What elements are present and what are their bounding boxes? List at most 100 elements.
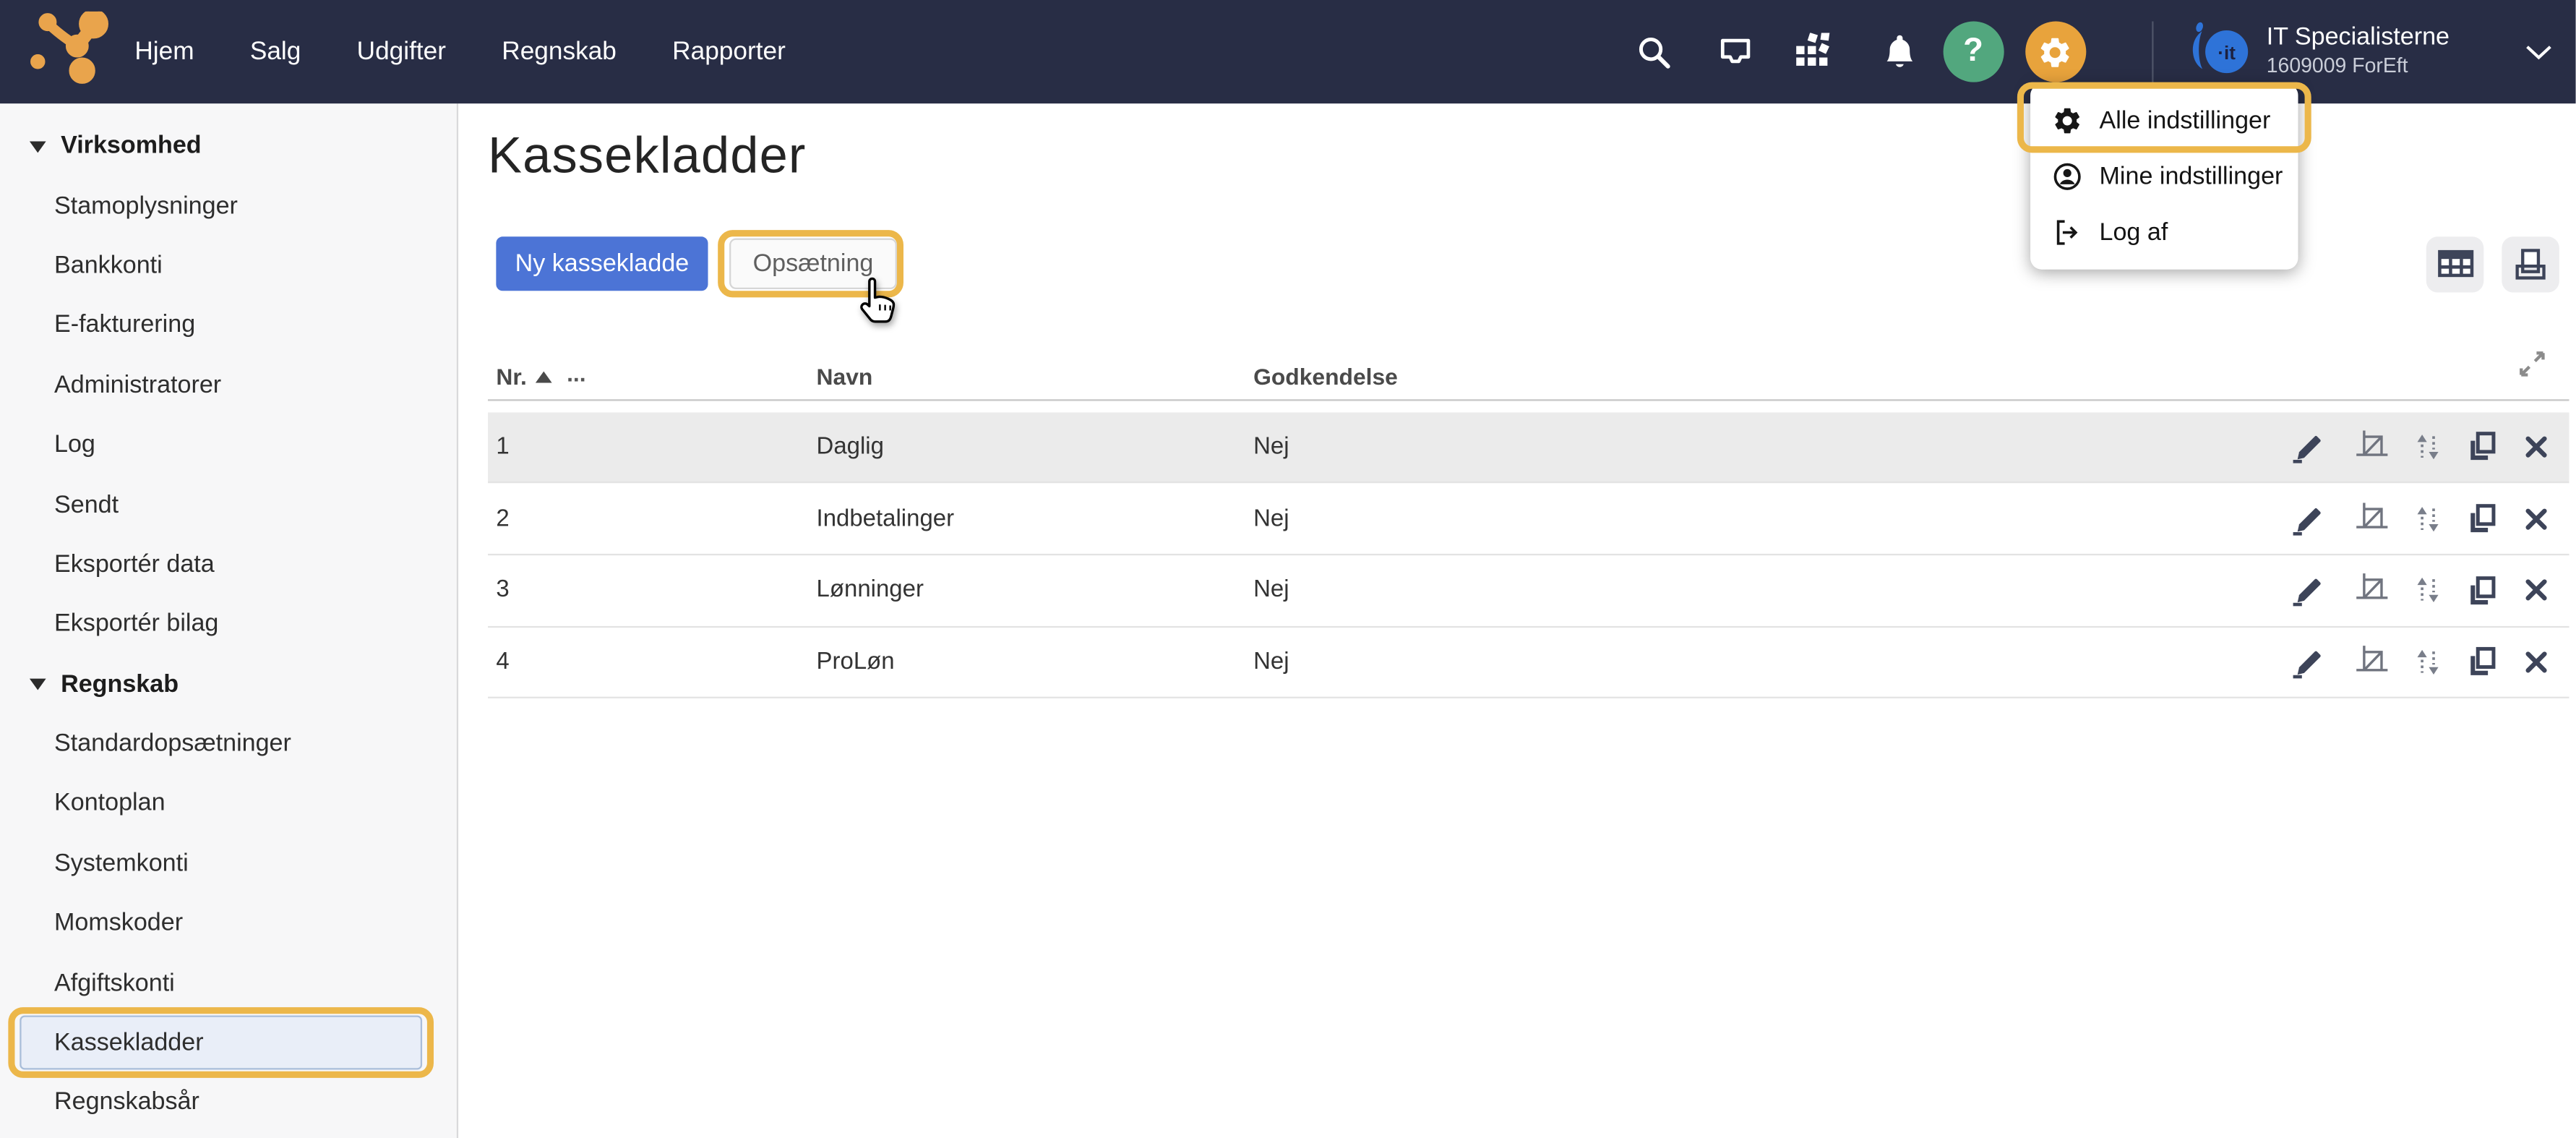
design-crop-icon[interactable]	[2354, 429, 2390, 465]
column-menu-ellipsis[interactable]: ...	[567, 360, 586, 386]
sort-asc-icon[interactable]	[536, 372, 552, 383]
cell-nr: 3	[496, 577, 509, 603]
gear-icon	[2038, 34, 2074, 70]
row-actions	[2291, 411, 2548, 482]
menu-item-mine-indstillinger[interactable]: Mine indstillinger	[2030, 148, 2298, 204]
table-header: Nr. ... Navn Godkendelse	[488, 363, 2569, 401]
design-crop-icon[interactable]	[2354, 572, 2390, 608]
inbox-icon[interactable]	[1716, 35, 1753, 69]
table-row[interactable]: 4 ProLøn Nej	[488, 627, 2569, 698]
menu-item-label: Alle indstillinger	[2100, 106, 2271, 134]
sidebar-section-virksomhed[interactable]: Virksomhed	[0, 116, 457, 176]
person-icon	[2052, 161, 2083, 192]
sidebar-item-momskoder[interactable]: Momskoder	[0, 893, 457, 953]
sidebar-item-e-fakturering[interactable]: E-fakturering	[0, 295, 457, 355]
edit-pencil-icon[interactable]	[2291, 429, 2329, 465]
edit-pencil-icon[interactable]	[2291, 644, 2329, 680]
search-icon[interactable]	[1636, 34, 1672, 70]
economic-logo-icon[interactable]	[26, 11, 111, 93]
settings-button[interactable]	[2025, 22, 2086, 82]
sidebar-item-afgiftskonti[interactable]: Afgiftskonti	[0, 953, 457, 1013]
cell-godkendelse: Nej	[1253, 577, 1289, 603]
move-updown-icon[interactable]	[2415, 576, 2441, 605]
table-row[interactable]: 3 Lønninger Nej	[488, 555, 2569, 627]
move-updown-icon[interactable]	[2415, 504, 2441, 534]
nav-item-udgifter[interactable]: Udgifter	[357, 37, 446, 67]
topbar-divider	[2152, 20, 2153, 82]
delete-x-icon[interactable]	[2525, 507, 2548, 530]
delete-x-icon[interactable]	[2525, 578, 2548, 602]
table-row[interactable]: 2 Indbetalinger Nej	[488, 484, 2569, 555]
sidebar-item-systemkonti[interactable]: Systemkonti	[0, 834, 457, 894]
new-kassekladde-button[interactable]: Ny kassekladde	[496, 236, 708, 291]
sidebar-item-bankkonti[interactable]: Bankkonti	[0, 236, 457, 296]
sidebar-section-regnskab[interactable]: Regnskab	[0, 654, 457, 714]
menu-item-alle-indstillinger[interactable]: Alle indstillinger	[2030, 92, 2298, 147]
row-actions	[2291, 555, 2548, 625]
company-logo[interactable]: ·it	[2186, 19, 2251, 85]
cell-nr: 4	[496, 649, 509, 675]
delete-x-icon[interactable]	[2525, 435, 2548, 458]
delete-x-icon[interactable]	[2525, 651, 2548, 674]
sidebar-item-administratorer[interactable]: Administratorer	[0, 355, 457, 415]
account-switcher[interactable]: IT Specialisterne 1609009 ForEft	[2267, 24, 2450, 80]
copy-icon[interactable]	[2465, 645, 2500, 680]
row-actions	[2291, 627, 2548, 697]
main-nav: Hjem Salg Udgifter Regnskab Rapporter	[134, 37, 785, 67]
sidebar-item-log[interactable]: Log	[0, 415, 457, 475]
bell-icon[interactable]	[1882, 33, 1917, 70]
cell-godkendelse: Nej	[1253, 649, 1289, 675]
page-title: Kassekladder	[488, 127, 807, 186]
sidebar-item-kontoplan[interactable]: Kontoplan	[0, 774, 457, 834]
cell-navn: Lønninger	[817, 577, 924, 603]
help-button[interactable]: ?	[1943, 22, 2004, 82]
setup-button[interactable]: Opsætning	[729, 239, 897, 289]
sidebar-item-sendt[interactable]: Sendt	[0, 474, 457, 534]
move-updown-icon[interactable]	[2415, 432, 2441, 461]
help-question-icon: ?	[1963, 33, 1983, 70]
design-crop-icon[interactable]	[2354, 500, 2390, 536]
sidebar-item-standardopsaetninger[interactable]: Standardopsætninger	[0, 714, 457, 774]
column-header-nr[interactable]: Nr.	[496, 363, 526, 389]
sidebar-item-regnskabsaar[interactable]: Regnskabsår	[0, 1073, 457, 1133]
table-grid-icon	[2437, 249, 2473, 279]
cell-navn: Indbetalinger	[817, 505, 955, 531]
column-header-navn[interactable]: Navn	[817, 363, 873, 389]
cell-navn: ProLøn	[817, 649, 895, 675]
design-crop-icon[interactable]	[2354, 644, 2390, 680]
table-body: 1 Daglig Nej 2 Indbetalinger Nej	[488, 411, 2569, 698]
settings-menu: Alle indstillinger Mine indstillinger Lo…	[2030, 84, 2298, 270]
copy-icon[interactable]	[2465, 573, 2500, 608]
sidebar-item-eksporter-bilag[interactable]: Eksportér bilag	[0, 594, 457, 654]
topbar-right: ? ·it IT Specialisterne 1609009 ForEft	[1636, 19, 2576, 85]
table-row[interactable]: 1 Daglig Nej	[488, 411, 2569, 483]
cell-godkendelse: Nej	[1253, 505, 1289, 531]
move-updown-icon[interactable]	[2415, 647, 2441, 677]
edit-pencil-icon[interactable]	[2291, 500, 2329, 536]
setup-button-wrap: Opsætning	[729, 239, 897, 289]
menu-item-label: Log af	[2100, 218, 2168, 246]
sidebar-item-stamoplysninger[interactable]: Stamoplysninger	[0, 176, 457, 236]
cell-godkendelse: Nej	[1253, 434, 1289, 460]
row-actions	[2291, 484, 2548, 554]
nav-item-rapporter[interactable]: Rapporter	[672, 37, 786, 67]
sidebar-item-kassekladder[interactable]: Kassekladder	[20, 1015, 422, 1070]
edit-pencil-icon[interactable]	[2291, 572, 2329, 608]
print-button[interactable]	[2502, 236, 2559, 292]
copy-icon[interactable]	[2465, 501, 2500, 536]
nav-item-salg[interactable]: Salg	[250, 37, 301, 67]
menu-item-log-af[interactable]: Log af	[2030, 204, 2298, 260]
table-layout-button[interactable]	[2426, 236, 2484, 292]
apps-icon[interactable]	[1793, 32, 1833, 72]
nav-item-hjem[interactable]: Hjem	[134, 37, 194, 67]
chevron-down-icon[interactable]	[2525, 43, 2554, 60]
svg-text:·it: ·it	[2217, 41, 2236, 63]
sidebar: Virksomhed Stamoplysninger Bankkonti E-f…	[0, 103, 458, 1138]
copy-icon[interactable]	[2465, 429, 2500, 464]
nav-item-regnskab[interactable]: Regnskab	[502, 37, 617, 67]
sidebar-item-eksporter-data[interactable]: Eksportér data	[0, 534, 457, 594]
app-window: Hjem Salg Udgifter Regnskab Rapporter	[0, 0, 2576, 1138]
company-name: IT Specialisterne	[2267, 24, 2450, 55]
cell-nr: 1	[496, 434, 509, 460]
column-header-godkendelse[interactable]: Godkendelse	[1253, 363, 1398, 389]
